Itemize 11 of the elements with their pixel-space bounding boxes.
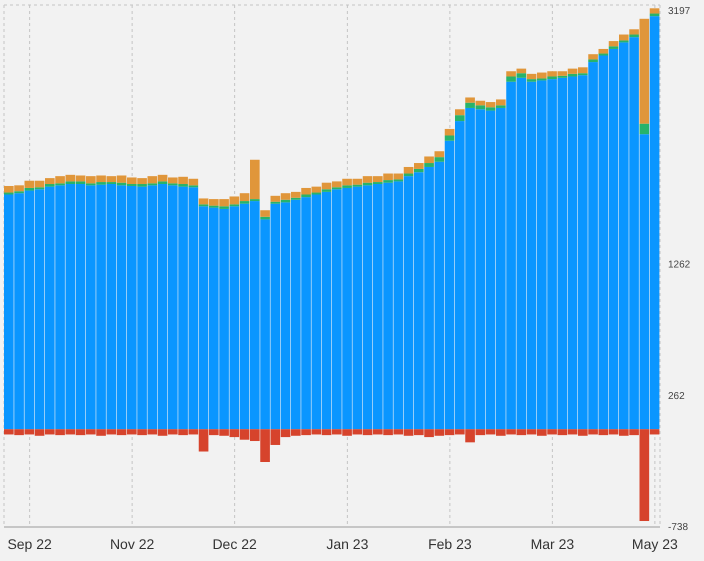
axis-label: 1262 bbox=[668, 260, 690, 271]
axis-label: Sep 22 bbox=[7, 536, 52, 552]
axis-label: Nov 22 bbox=[110, 536, 154, 552]
axis-label: May 23 bbox=[632, 536, 678, 552]
axis-label: Dec 22 bbox=[212, 536, 257, 552]
axis-label: Jan 23 bbox=[326, 536, 368, 552]
axis-label: 262 bbox=[668, 390, 685, 402]
axis-label: Feb 23 bbox=[428, 536, 472, 552]
axis-label: -738 bbox=[668, 522, 688, 533]
axis-label: 3197 bbox=[668, 6, 690, 17]
axis-label: Mar 23 bbox=[530, 536, 574, 552]
